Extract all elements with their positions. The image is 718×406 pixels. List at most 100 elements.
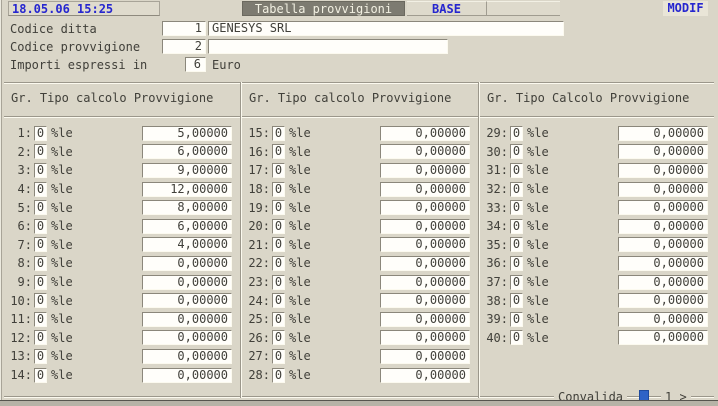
tipo-calcolo-field[interactable]: 0: [34, 293, 47, 308]
provvigione-field[interactable]: 0,00000: [380, 256, 470, 271]
tipo-calcolo-field[interactable]: 0: [272, 275, 285, 290]
tipo-calcolo-field[interactable]: 0: [510, 256, 523, 271]
codice-provvigione-code-field[interactable]: 2: [162, 39, 206, 54]
row-number: 39:: [480, 312, 508, 326]
tipo-calcolo-field[interactable]: 0: [510, 126, 523, 141]
tipo-calcolo-field[interactable]: 0: [510, 293, 523, 308]
provvigione-field[interactable]: 0,00000: [618, 237, 708, 252]
window-bottom-edge: [0, 400, 718, 406]
tipo-calcolo-field[interactable]: 0: [34, 330, 47, 345]
column-rows: 29:0%le0,0000030:0%le0,0000031:0%le0,000…: [480, 124, 716, 347]
provvigione-field[interactable]: 0,00000: [380, 126, 470, 141]
percent-unit-label: %le: [527, 275, 549, 289]
tipo-calcolo-field[interactable]: 0: [272, 144, 285, 159]
tipo-calcolo-field[interactable]: 0: [34, 349, 47, 364]
codice-provvigione-name-field[interactable]: [208, 39, 448, 54]
provvigione-field[interactable]: 0,00000: [380, 237, 470, 252]
tipo-calcolo-field[interactable]: 0: [34, 182, 47, 197]
provvigione-field[interactable]: 9,00000: [142, 163, 232, 178]
column-rows: 1:0%le5,000002:0%le6,000003:0%le9,000004…: [4, 124, 240, 384]
provvigione-field[interactable]: 0,00000: [142, 293, 232, 308]
row-number: 29:: [480, 126, 508, 140]
tipo-calcolo-field[interactable]: 0: [272, 237, 285, 252]
tipo-calcolo-field[interactable]: 0: [272, 349, 285, 364]
tipo-calcolo-field[interactable]: 0: [510, 163, 523, 178]
provvigione-field[interactable]: 0,00000: [142, 312, 232, 327]
percent-unit-label: %le: [289, 368, 311, 382]
provvigione-field[interactable]: 0,00000: [142, 330, 232, 345]
tipo-calcolo-field[interactable]: 0: [34, 368, 47, 383]
provvigione-field[interactable]: 0,00000: [380, 144, 470, 159]
separator-bottom: [4, 396, 554, 398]
tipo-calcolo-field[interactable]: 0: [272, 163, 285, 178]
tipo-calcolo-field[interactable]: 0: [34, 144, 47, 159]
provvigione-field[interactable]: 0,00000: [618, 256, 708, 271]
provvigione-field[interactable]: 0,00000: [142, 256, 232, 271]
provvigione-field[interactable]: 0,00000: [380, 219, 470, 234]
tipo-calcolo-field[interactable]: 0: [34, 237, 47, 252]
tipo-calcolo-field[interactable]: 0: [510, 237, 523, 252]
row-number: 26:: [242, 331, 270, 345]
provvigione-field[interactable]: 0,00000: [618, 330, 708, 345]
provvigione-field[interactable]: 6,00000: [142, 219, 232, 234]
percent-unit-label: %le: [51, 238, 73, 252]
tipo-calcolo-field[interactable]: 0: [34, 200, 47, 215]
codice-ditta-name-field[interactable]: GENESYS SRL: [208, 21, 564, 36]
provvigione-field[interactable]: 0,00000: [380, 200, 470, 215]
tipo-calcolo-field[interactable]: 0: [272, 368, 285, 383]
provvigione-field[interactable]: 6,00000: [142, 144, 232, 159]
provvigione-field[interactable]: 0,00000: [380, 182, 470, 197]
tipo-calcolo-field[interactable]: 0: [272, 293, 285, 308]
provvigione-field[interactable]: 0,00000: [142, 275, 232, 290]
importi-code-field[interactable]: 6: [185, 57, 206, 72]
tab-base[interactable]: BASE: [407, 1, 487, 16]
tipo-calcolo-field[interactable]: 0: [272, 182, 285, 197]
percent-unit-label: %le: [289, 275, 311, 289]
provvigione-field[interactable]: 0,00000: [618, 219, 708, 234]
provvigione-field[interactable]: 0,00000: [142, 368, 232, 383]
tipo-calcolo-field[interactable]: 0: [510, 200, 523, 215]
provvigione-field[interactable]: 0,00000: [142, 349, 232, 364]
tipo-calcolo-field[interactable]: 0: [510, 330, 523, 345]
tipo-calcolo-field[interactable]: 0: [510, 312, 523, 327]
table-row: 3:0%le9,00000: [4, 161, 240, 180]
tipo-calcolo-field[interactable]: 0: [34, 256, 47, 271]
provvigione-field[interactable]: 4,00000: [142, 237, 232, 252]
tipo-calcolo-field[interactable]: 0: [272, 312, 285, 327]
tipo-calcolo-field[interactable]: 0: [510, 182, 523, 197]
provvigione-field[interactable]: 0,00000: [380, 275, 470, 290]
provvigione-field[interactable]: 0,00000: [380, 293, 470, 308]
tipo-calcolo-field[interactable]: 0: [510, 144, 523, 159]
provvigione-field[interactable]: 0,00000: [618, 144, 708, 159]
tipo-calcolo-field[interactable]: 0: [272, 200, 285, 215]
provvigione-field[interactable]: 0,00000: [380, 312, 470, 327]
provvigione-field[interactable]: 0,00000: [618, 275, 708, 290]
provvigione-field[interactable]: 0,00000: [618, 126, 708, 141]
tipo-calcolo-field[interactable]: 0: [272, 256, 285, 271]
tipo-calcolo-field[interactable]: 0: [510, 275, 523, 290]
tipo-calcolo-field[interactable]: 0: [34, 275, 47, 290]
provvigione-field[interactable]: 12,00000: [142, 182, 232, 197]
provvigione-field[interactable]: 0,00000: [380, 349, 470, 364]
provvigione-field[interactable]: 0,00000: [380, 330, 470, 345]
tipo-calcolo-field[interactable]: 0: [34, 163, 47, 178]
provvigione-field[interactable]: 5,00000: [142, 126, 232, 141]
provvigione-field[interactable]: 0,00000: [618, 200, 708, 215]
tipo-calcolo-field[interactable]: 0: [272, 126, 285, 141]
provvigione-field[interactable]: 0,00000: [618, 312, 708, 327]
tipo-calcolo-field[interactable]: 0: [34, 219, 47, 234]
provvigione-field[interactable]: 0,00000: [618, 182, 708, 197]
tipo-calcolo-field[interactable]: 0: [510, 219, 523, 234]
provvigione-field[interactable]: 8,00000: [142, 200, 232, 215]
provvigione-field[interactable]: 0,00000: [380, 368, 470, 383]
provvigione-field[interactable]: 0,00000: [380, 163, 470, 178]
provvigione-field[interactable]: 0,00000: [618, 163, 708, 178]
tipo-calcolo-field[interactable]: 0: [34, 126, 47, 141]
tipo-calcolo-field[interactable]: 0: [272, 330, 285, 345]
tipo-calcolo-field[interactable]: 0: [272, 219, 285, 234]
tipo-calcolo-field[interactable]: 0: [34, 312, 47, 327]
table-row: 19:0%le0,00000: [242, 198, 478, 217]
table-row: 22:0%le0,00000: [242, 254, 478, 273]
codice-ditta-code-field[interactable]: 1: [162, 21, 206, 36]
provvigione-field[interactable]: 0,00000: [618, 293, 708, 308]
